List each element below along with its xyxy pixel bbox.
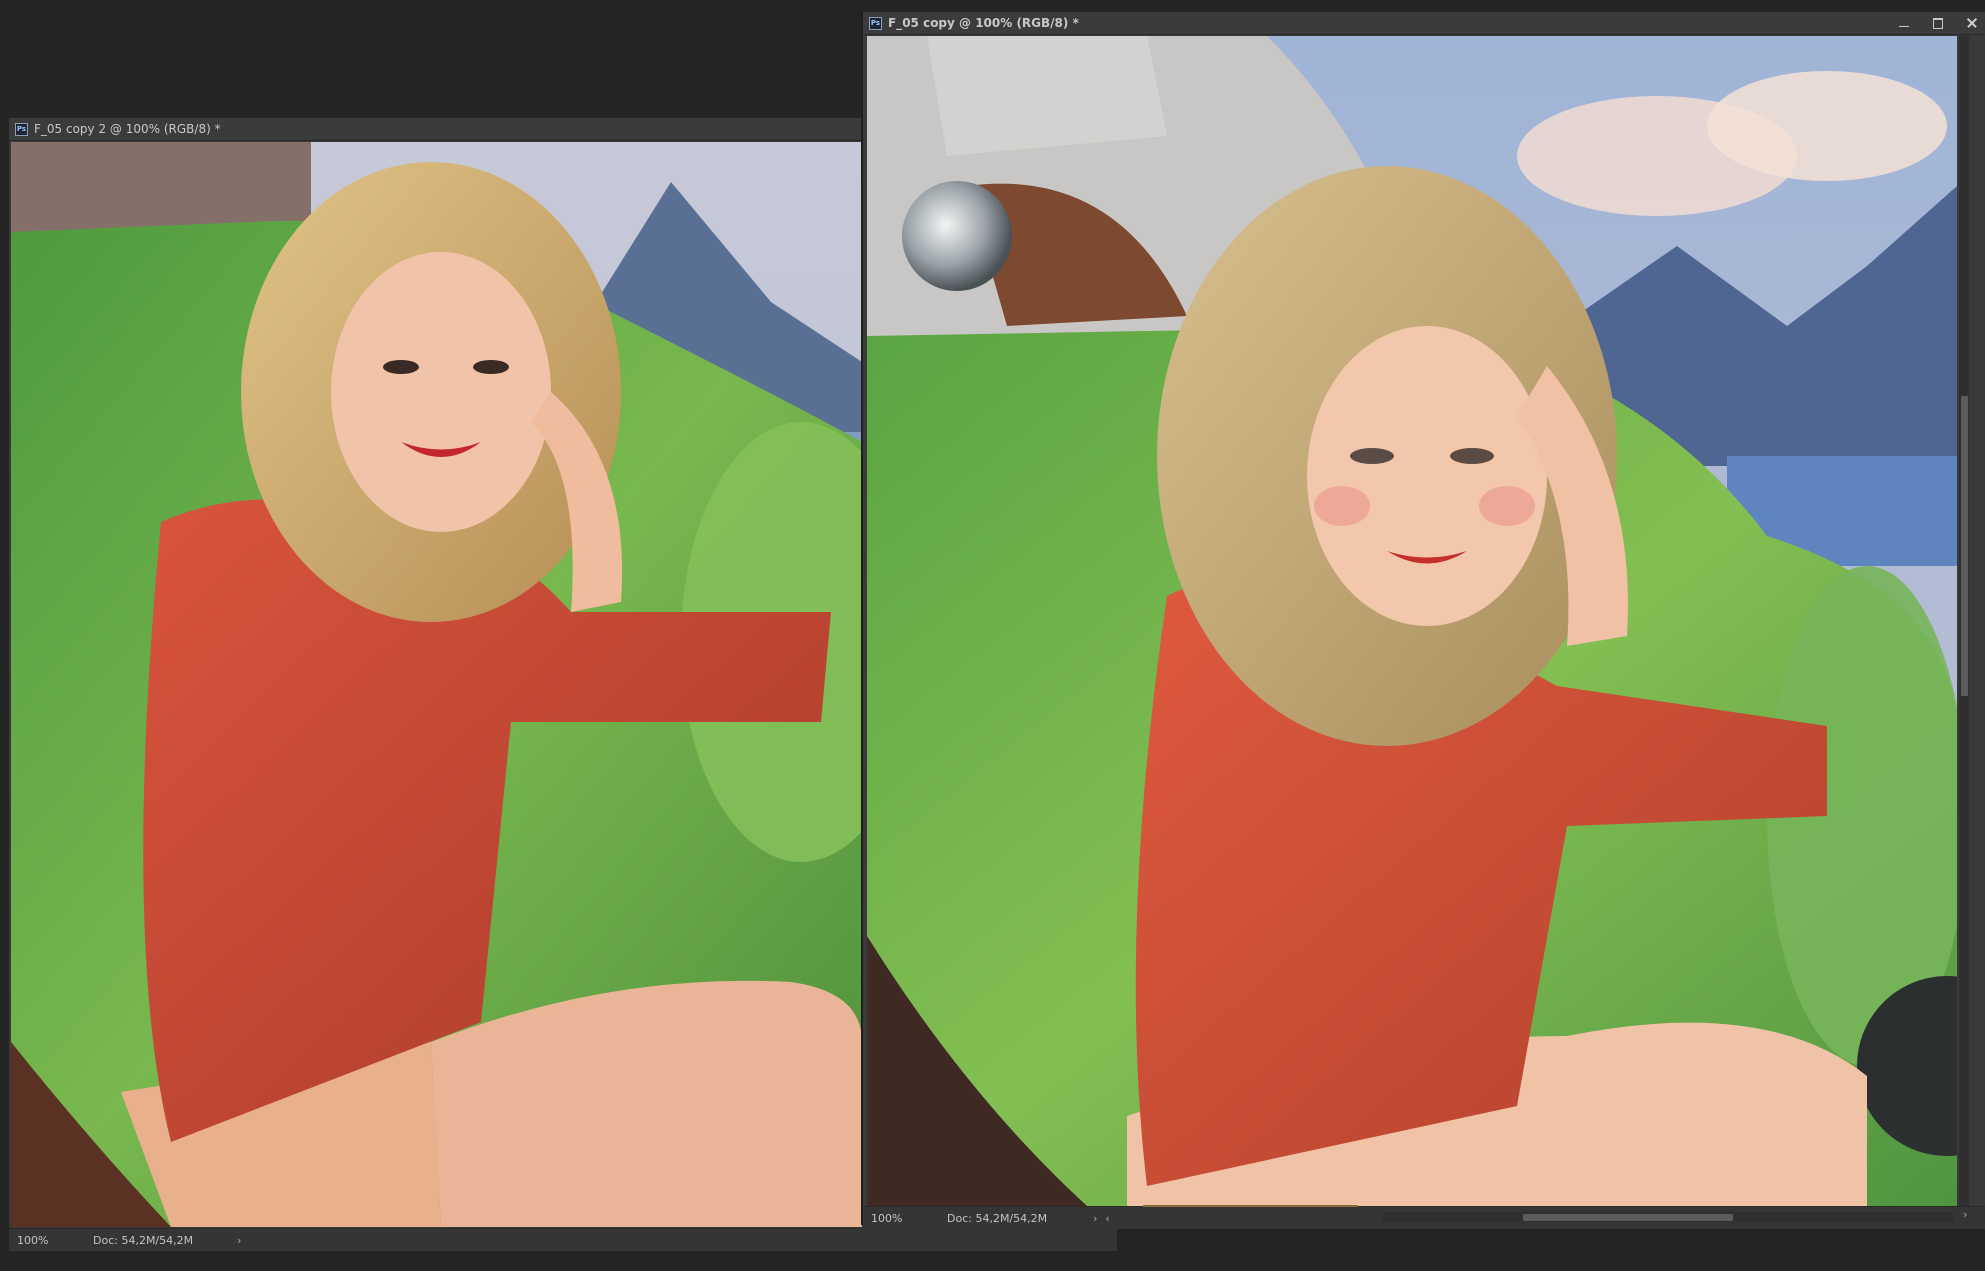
zoom-level[interactable]: 100% <box>9 1234 67 1247</box>
side-mirror <box>902 181 1012 291</box>
artwork-left <box>11 142 862 1227</box>
document-title: F_05 copy 2 @ 100% (RGB/8) * <box>34 122 221 136</box>
horizontal-scrollbar-right[interactable] <box>1383 1212 1953 1222</box>
doc-size-info: Doc: 54,2M/54,2M <box>947 1211 1048 1225</box>
close-icon[interactable] <box>1965 16 1979 30</box>
ps-icon: Ps <box>869 16 882 30</box>
face <box>331 252 551 532</box>
vertical-scroll-thumb[interactable] <box>1961 396 1968 696</box>
scroll-right-arrow[interactable]: › <box>1963 1208 1967 1221</box>
image-canvas-right[interactable] <box>867 36 1957 1206</box>
face <box>1307 326 1547 626</box>
doc-size-info: Doc: 54,2M/54,2M <box>93 1233 194 1247</box>
document-window-right[interactable]: Ps F_05 copy @ 100% (RGB/8) * 100% Doc: … <box>861 12 1985 1229</box>
document-tab-right[interactable]: Ps F_05 copy @ 100% (RGB/8) * <box>863 12 1985 35</box>
artwork-right <box>867 36 1957 1206</box>
horizontal-scroll-thumb[interactable] <box>1523 1214 1733 1221</box>
minimize-icon[interactable] <box>1897 16 1911 30</box>
progress-indicator <box>1143 1205 1358 1207</box>
chevron-right-icon[interactable]: › <box>1093 1212 1097 1225</box>
document-title: F_05 copy @ 100% (RGB/8) * <box>888 16 1079 30</box>
chevron-right-icon[interactable]: › <box>237 1234 241 1247</box>
chevron-left-icon[interactable]: ‹ <box>1105 1212 1109 1225</box>
maximize-icon[interactable] <box>1931 16 1945 30</box>
zoom-level[interactable]: 100% <box>863 1212 921 1225</box>
status-bar-left: 100% Doc: 54,2M/54,2M › <box>9 1228 1117 1251</box>
vertical-scrollbar-right[interactable] <box>1959 36 1969 1206</box>
image-canvas-left[interactable] <box>11 142 862 1227</box>
ps-icon: Ps <box>15 122 28 136</box>
window-controls <box>1897 12 1979 34</box>
